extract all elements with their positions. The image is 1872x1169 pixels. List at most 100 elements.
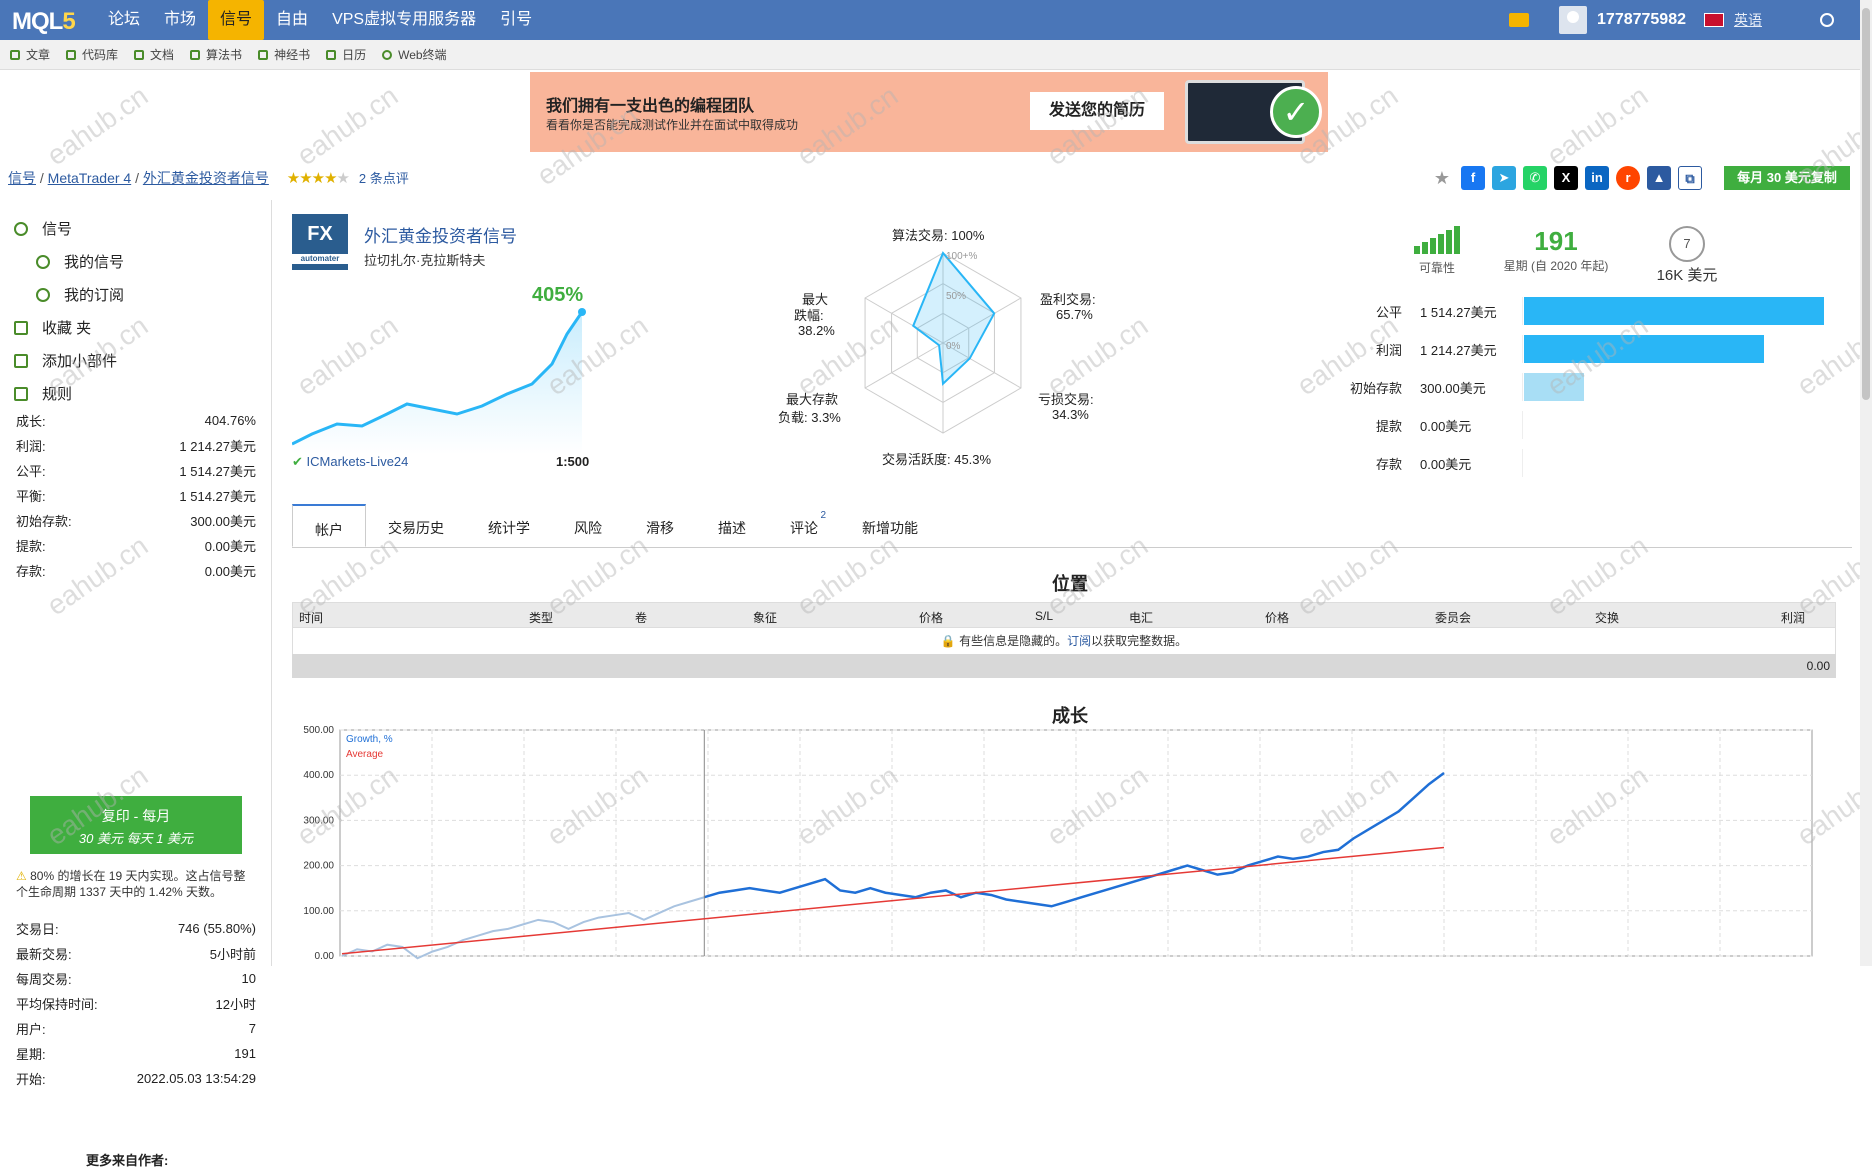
side-favorites[interactable]: 收藏 夹: [14, 311, 124, 344]
signal-author[interactable]: 拉切扎尔·克拉斯特夫: [364, 250, 485, 269]
facebook-icon[interactable]: f: [1461, 166, 1485, 190]
bar-label: 利润: [1375, 342, 1402, 358]
tab-2[interactable]: 统计学: [466, 504, 552, 547]
subnav-neurobook[interactable]: 神经书: [258, 46, 310, 63]
tab-4[interactable]: 滑移: [624, 504, 696, 547]
mql5-logo[interactable]: MQL5: [12, 8, 76, 36]
send-resume-button[interactable]: 发送您的简历: [1030, 92, 1164, 130]
subnav-algobook[interactable]: 算法书: [190, 46, 242, 63]
tab-5[interactable]: 描述: [696, 504, 768, 547]
tab-6[interactable]: 评论 2: [768, 504, 840, 547]
trade-stat-label: 交易日:: [16, 922, 59, 937]
subnav-calendar[interactable]: 日历: [326, 46, 366, 63]
positions-title: 位置: [1052, 574, 1088, 594]
linkedin-icon[interactable]: in: [1585, 166, 1609, 190]
broker-link[interactable]: ✔ ICMarkets-Live24: [292, 454, 408, 470]
nav-forum[interactable]: 论坛: [96, 0, 152, 40]
nav-vps[interactable]: VPS虚拟专用服务器: [320, 0, 488, 40]
side-signals[interactable]: 信号: [14, 212, 124, 245]
scrollbar[interactable]: [1860, 0, 1872, 966]
main-nav: 论坛 市场 信号 自由 VPS虚拟专用服务器 引号: [96, 0, 544, 40]
legend-item: Growth, %: [346, 734, 393, 745]
book-icon: [190, 49, 201, 60]
side-rules[interactable]: 规则: [14, 377, 124, 410]
trade-stat-row: 开始: 2022.05.03 13:54:29: [16, 1066, 256, 1091]
column-header: 价格: [1265, 611, 1290, 625]
balance-bar-row: 利润 1 214.27美元: [1330, 330, 1840, 368]
signal-logo: FX automater: [292, 214, 348, 270]
y-tick-label: 200.00: [303, 861, 334, 872]
education-icon[interactable]: ▲: [1647, 166, 1671, 190]
side-add-widget[interactable]: 添加小部件: [14, 344, 124, 377]
language-link[interactable]: 英语: [1734, 10, 1762, 30]
tab-1[interactable]: 交易历史: [366, 504, 466, 547]
bar-label: 初始存款: [1349, 380, 1402, 396]
uk-flag-icon[interactable]: [1704, 13, 1724, 27]
subnav-articles[interactable]: 文章: [10, 46, 50, 63]
scrollbar-thumb[interactable]: [1862, 8, 1870, 400]
warning-icon: ⚠: [16, 869, 31, 883]
chat-icon[interactable]: [1509, 13, 1530, 27]
column-header: 电汇: [1129, 611, 1154, 625]
column-header: 类型: [529, 611, 554, 625]
trade-stat-label: 每周交易:: [16, 972, 72, 987]
telegram-icon[interactable]: ➤: [1492, 166, 1516, 190]
subnav-codebase[interactable]: 代码库: [66, 46, 118, 63]
watermark: eahub.cn: [41, 79, 154, 172]
radar-ring-0: 0%: [946, 341, 961, 352]
more-from-author: 更多来自作者:: [86, 1153, 169, 1168]
ad-banner[interactable]: 我们拥有一支出色的编程团队 看看你是否能完成测试作业并在面试中取得成功 发送您的…: [530, 72, 1328, 152]
username[interactable]: 1778775982: [1597, 11, 1686, 29]
reliability-widget: 可靠性: [1412, 226, 1462, 276]
nav-signals[interactable]: 信号: [208, 0, 265, 40]
signal-name[interactable]: 外汇黄金投资者信号: [364, 222, 517, 247]
globe-icon: [382, 49, 393, 60]
trade-stat-label: 星期:: [16, 1047, 46, 1062]
tab-3[interactable]: 风险: [552, 504, 624, 547]
stat-value: 404.76%: [204, 413, 256, 428]
whatsapp-icon[interactable]: ✆: [1523, 166, 1547, 190]
crumb-signal[interactable]: 外汇黄金投资者信号: [143, 170, 269, 186]
side-my-signals[interactable]: 我的信号: [36, 245, 124, 278]
crumb-platform[interactable]: MetaTrader 4: [48, 170, 132, 186]
stat-label: 成长:: [16, 414, 46, 429]
reddit-icon[interactable]: r: [1616, 166, 1640, 190]
radar-value-shape: [912, 251, 996, 386]
banner-subtitle: 看看你是否能完成测试作业并在面试中取得成功: [546, 118, 799, 132]
watermark: eahub.cn: [291, 79, 404, 172]
copy-monthly-button[interactable]: 每月 30 美元复制: [1724, 166, 1850, 190]
x-icon[interactable]: X: [1554, 166, 1578, 190]
tab-7[interactable]: 新增功能: [840, 504, 940, 547]
copy-link-icon[interactable]: ⧉: [1678, 166, 1702, 190]
widget-icon: [14, 353, 28, 368]
banner-title: 我们拥有一支出色的编程团队: [546, 98, 755, 115]
reviews-link[interactable]: 2 条点评: [359, 171, 409, 186]
rules-flag-icon: [14, 386, 28, 401]
tab-0[interactable]: 帐户: [292, 504, 366, 547]
stat-value: 0.00美元: [204, 564, 256, 579]
avatar[interactable]: [1559, 6, 1588, 34]
y-tick-label: 0.00: [315, 951, 335, 962]
legend-item: Average: [346, 749, 384, 760]
nav-freelance[interactable]: 自由: [264, 0, 320, 40]
rating-stars: ★★★★★: [286, 170, 350, 187]
column-header: 利润: [1781, 611, 1806, 625]
signal-icon: [36, 287, 50, 302]
balance-bar-row: 提款 0.00美元: [1330, 406, 1840, 444]
column-header: 委员会: [1435, 611, 1472, 625]
bar-track: [1522, 335, 1822, 363]
crumb-signals[interactable]: 信号: [8, 170, 36, 186]
subscribe-link[interactable]: 订阅: [1067, 634, 1091, 648]
favorites-icon: [14, 320, 28, 335]
nav-quotes[interactable]: 引号: [488, 0, 544, 40]
subnav-webterminal[interactable]: Web终端: [382, 46, 447, 63]
search-icon[interactable]: [1820, 13, 1834, 27]
nav-market[interactable]: 市场: [152, 0, 208, 40]
favorite-star-icon[interactable]: ★: [1430, 166, 1454, 190]
subnav-docs[interactable]: 文档: [134, 46, 174, 63]
trade-stat-value: 10: [241, 971, 256, 986]
side-my-subscriptions[interactable]: 我的订阅: [36, 278, 124, 311]
subscribe-button[interactable]: 复印 - 每月 30 美元 每天 1 美元: [30, 796, 242, 854]
sub-navbar: 文章 代码库 文档 算法书 神经书 日历 Web终端: [0, 40, 1860, 70]
y-tick-label: 400.00: [303, 770, 334, 781]
